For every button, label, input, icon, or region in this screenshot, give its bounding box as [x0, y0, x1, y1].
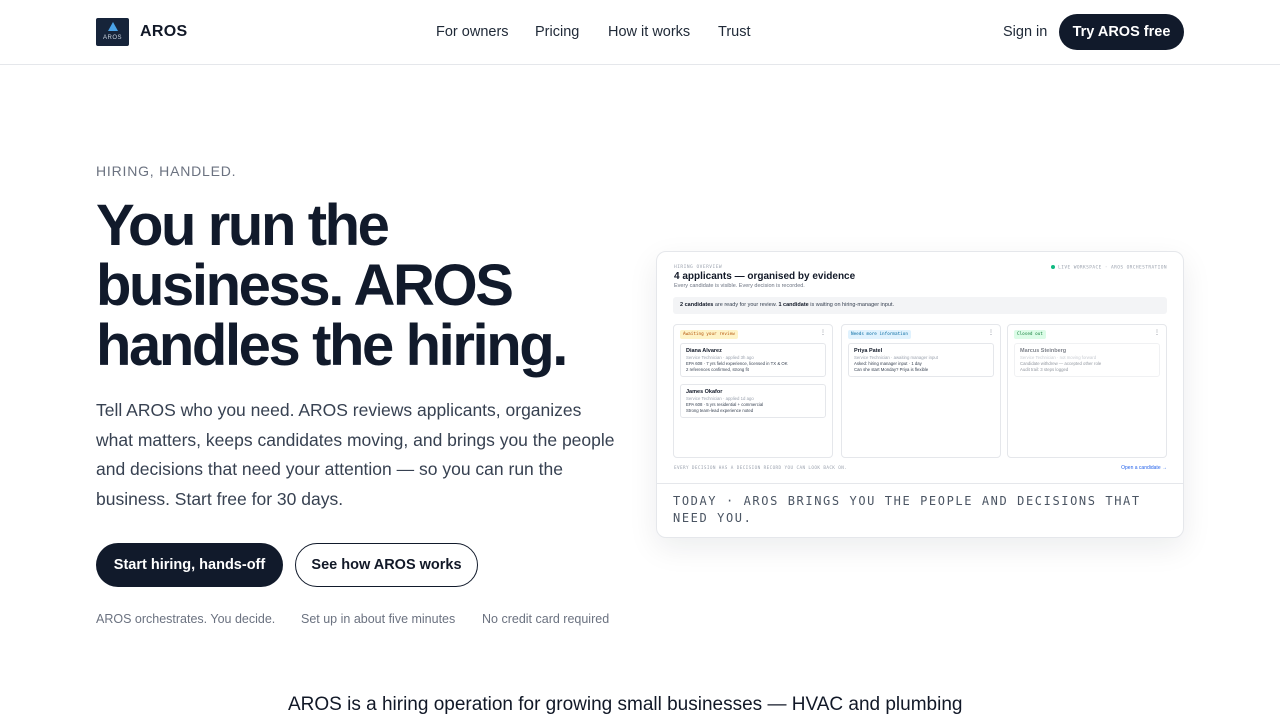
- try-free-button[interactable]: Try AROS free: [1059, 14, 1184, 50]
- preview-caption: TODAY · AROS BRINGS YOU THE PEOPLE AND D…: [673, 494, 1141, 525]
- hero-description: Tell AROS who you need. AROS reviews app…: [96, 400, 615, 509]
- hero-eyebrow: HIRING, HANDLED.: [96, 163, 237, 179]
- candidate-name: Priya Patel: [854, 348, 883, 354]
- logo-wordmark: AROS: [102, 35, 122, 41]
- logo-triangle-icon: [108, 22, 118, 31]
- see-how-button[interactable]: See how AROS works: [295, 543, 478, 587]
- banner-count-ready: 2 candidates: [680, 302, 714, 308]
- banner-text-waiting: is waiting on hiring-manager input.: [808, 302, 895, 308]
- headline-line-2: business. AROS: [96, 253, 514, 318]
- more-options-icon[interactable]: ⋮: [820, 329, 826, 336]
- nav-how-it-works[interactable]: How it works: [608, 24, 690, 40]
- candidate-card[interactable]: Marcus Steinberg Service Technician · no…: [1014, 343, 1160, 377]
- candidate-name: James Okafor: [686, 389, 723, 395]
- column-closed-out: Closed out ⋮ Marcus Steinberg Service Te…: [1007, 324, 1167, 458]
- nav-trust[interactable]: Trust: [718, 24, 751, 40]
- column-chip: Awaiting your review: [680, 330, 738, 339]
- section-intro-text: AROS is a hiring operation for growing s…: [288, 694, 963, 715]
- candidate-name: Marcus Steinberg: [1020, 348, 1067, 354]
- candidate-evidence: Strong team-lead experience noted: [686, 408, 754, 413]
- column-awaiting-review: Awaiting your review ⋮ Diana Alvarez Ser…: [673, 324, 833, 458]
- banner-count-waiting: 1 candidate: [778, 302, 809, 308]
- hero-headline: You run the business. AROS handles the h…: [96, 196, 636, 376]
- decision-record-note: EVERY DECISION HAS A DECISION RECORD YOU…: [674, 466, 848, 471]
- proof-point-setup: Set up in about five minutes: [301, 612, 456, 626]
- candidate-card[interactable]: Diana Alvarez Service Technician · appli…: [680, 343, 826, 377]
- banner-text-ready: are ready for your review.: [713, 302, 779, 308]
- hiring-preview-card: HIRING OVERVIEW 4 applicants — organised…: [656, 251, 1184, 538]
- candidate-card[interactable]: Priya Patel Service Technician · awaitin…: [848, 343, 994, 377]
- more-options-icon[interactable]: ⋮: [1154, 329, 1160, 336]
- column-chip: Needs more information: [848, 330, 911, 339]
- preview-subtitle: Every candidate is visible. Every decisi…: [674, 283, 805, 289]
- aros-logo[interactable]: AROS: [96, 18, 129, 46]
- sign-in-link[interactable]: Sign in: [1003, 24, 1047, 40]
- preview-title: 4 applicants — organised by evidence: [674, 271, 856, 282]
- start-hiring-button[interactable]: Start hiring, hands-off: [96, 543, 283, 587]
- more-options-icon[interactable]: ⋮: [988, 329, 994, 336]
- site-header: AROS AROS For owners Pricing How it work…: [0, 0, 1280, 65]
- card-divider: [657, 483, 1183, 484]
- proof-point-orchestrates: AROS orchestrates. You decide.: [96, 612, 276, 626]
- headline-line-1: You run the: [96, 193, 390, 258]
- headline-line-3: handles the hiring.: [96, 313, 568, 378]
- nav-pricing[interactable]: Pricing: [535, 24, 579, 40]
- candidate-evidence: 2 references confirmed, strong fit: [686, 367, 749, 372]
- candidate-evidence: Audit trail: 3 steps logged: [1020, 367, 1069, 372]
- brand-name[interactable]: AROS: [140, 23, 187, 41]
- candidate-name: Diana Alvarez: [686, 348, 722, 354]
- live-dot-icon: [1051, 265, 1056, 269]
- open-candidate-link[interactable]: Open a candidate →: [1121, 465, 1167, 471]
- candidate-card[interactable]: James Okafor Service Technician · applie…: [680, 384, 826, 418]
- review-banner: 2 candidates are ready for your review. …: [673, 297, 1167, 314]
- live-status: LIVE WORKSPACE · AROS ORCHESTRATION: [1051, 265, 1167, 271]
- preview-overline: HIRING OVERVIEW: [674, 265, 723, 270]
- live-status-text: LIVE WORKSPACE · AROS ORCHESTRATION: [1058, 265, 1167, 271]
- proof-point-no-card: No credit card required: [482, 612, 610, 626]
- candidate-evidence: Can she start Monday? Priya is flexible: [854, 367, 929, 372]
- nav-for-owners[interactable]: For owners: [436, 24, 509, 40]
- column-chip: Closed out: [1014, 330, 1046, 339]
- column-needs-information: Needs more information ⋮ Priya Patel Ser…: [841, 324, 1001, 458]
